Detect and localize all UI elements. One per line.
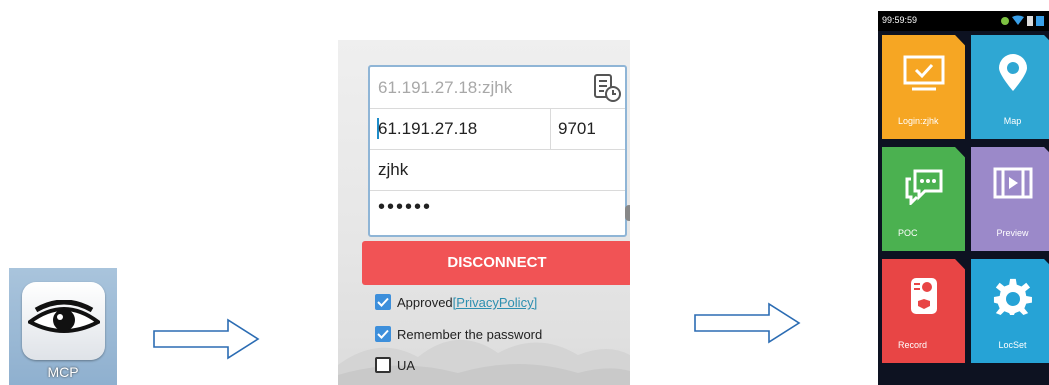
port-input[interactable]: 9701 bbox=[558, 119, 596, 139]
arrow-right-icon bbox=[694, 302, 801, 344]
scroll-handle[interactable] bbox=[625, 205, 630, 221]
tile-record-label: Record bbox=[898, 340, 928, 350]
camera-recorder-icon bbox=[910, 278, 937, 314]
gear-icon bbox=[993, 278, 1032, 315]
map-pin-icon bbox=[998, 54, 1027, 91]
eye-icon bbox=[22, 282, 105, 360]
password-row: •••••• bbox=[370, 190, 625, 231]
approved-label: Approved[PrivacyPolicy] bbox=[397, 295, 538, 310]
monitor-check-icon bbox=[903, 55, 944, 91]
tile-map[interactable]: Map bbox=[971, 35, 1049, 139]
tile-poc[interactable]: POC bbox=[882, 147, 965, 251]
username-input[interactable]: zjhk bbox=[378, 160, 408, 180]
status-bar: 99:59:59 bbox=[878, 11, 1049, 31]
login-screen: 61.191.27.18:zjhk 61.191.27.18 9701 zjhk… bbox=[338, 40, 630, 385]
remember-password-checkbox[interactable] bbox=[375, 326, 391, 342]
tile-locset-label: LocSet bbox=[998, 340, 1027, 350]
field-divider bbox=[550, 108, 551, 149]
server-history-field[interactable]: 61.191.27.18:zjhk bbox=[370, 67, 625, 109]
location-icon bbox=[1001, 17, 1009, 25]
chat-bubbles-icon bbox=[905, 169, 942, 205]
status-time: 99:59:59 bbox=[882, 15, 918, 25]
disconnect-button[interactable]: DISCONNECT bbox=[362, 241, 630, 285]
film-play-icon bbox=[993, 167, 1032, 199]
remember-password-label: Remember the password bbox=[397, 327, 543, 342]
app-launcher-icon[interactable]: MCP bbox=[9, 268, 117, 385]
tile-record[interactable]: Record bbox=[882, 259, 965, 363]
phone-home-screen: 99:59:59 Login:zjhk Map POC Preview Reco… bbox=[878, 11, 1049, 385]
history-list-icon[interactable] bbox=[593, 74, 621, 102]
tile-poc-label: POC bbox=[898, 228, 918, 238]
ip-address-input[interactable]: 61.191.27.18 bbox=[378, 119, 477, 139]
login-form: 61.191.27.18:zjhk 61.191.27.18 9701 zjhk… bbox=[368, 65, 627, 237]
signal-icon bbox=[1027, 16, 1033, 26]
status-icons bbox=[1001, 15, 1044, 26]
tile-login-label: Login:zjhk bbox=[898, 116, 939, 126]
app-launcher-label: MCP bbox=[47, 364, 79, 380]
arrow-right-icon bbox=[153, 318, 260, 360]
username-row: zjhk bbox=[370, 149, 625, 191]
tile-locset[interactable]: LocSet bbox=[971, 259, 1049, 363]
password-input[interactable]: •••••• bbox=[378, 196, 432, 219]
wifi-icon bbox=[1012, 15, 1024, 25]
approved-checkbox[interactable] bbox=[375, 294, 391, 310]
server-history-value: 61.191.27.18:zjhk bbox=[378, 78, 513, 97]
tile-map-label: Map bbox=[1003, 116, 1022, 126]
server-address-row: 61.191.27.18 9701 bbox=[370, 108, 625, 150]
tile-preview-label: Preview bbox=[996, 228, 1029, 238]
ua-label: UA bbox=[397, 358, 416, 373]
privacy-policy-link[interactable]: [PrivacyPolicy] bbox=[453, 295, 538, 310]
tile-login[interactable]: Login:zjhk bbox=[882, 35, 965, 139]
tile-preview[interactable]: Preview bbox=[971, 147, 1049, 251]
battery-icon bbox=[1036, 16, 1044, 26]
ua-checkbox[interactable] bbox=[375, 357, 391, 373]
